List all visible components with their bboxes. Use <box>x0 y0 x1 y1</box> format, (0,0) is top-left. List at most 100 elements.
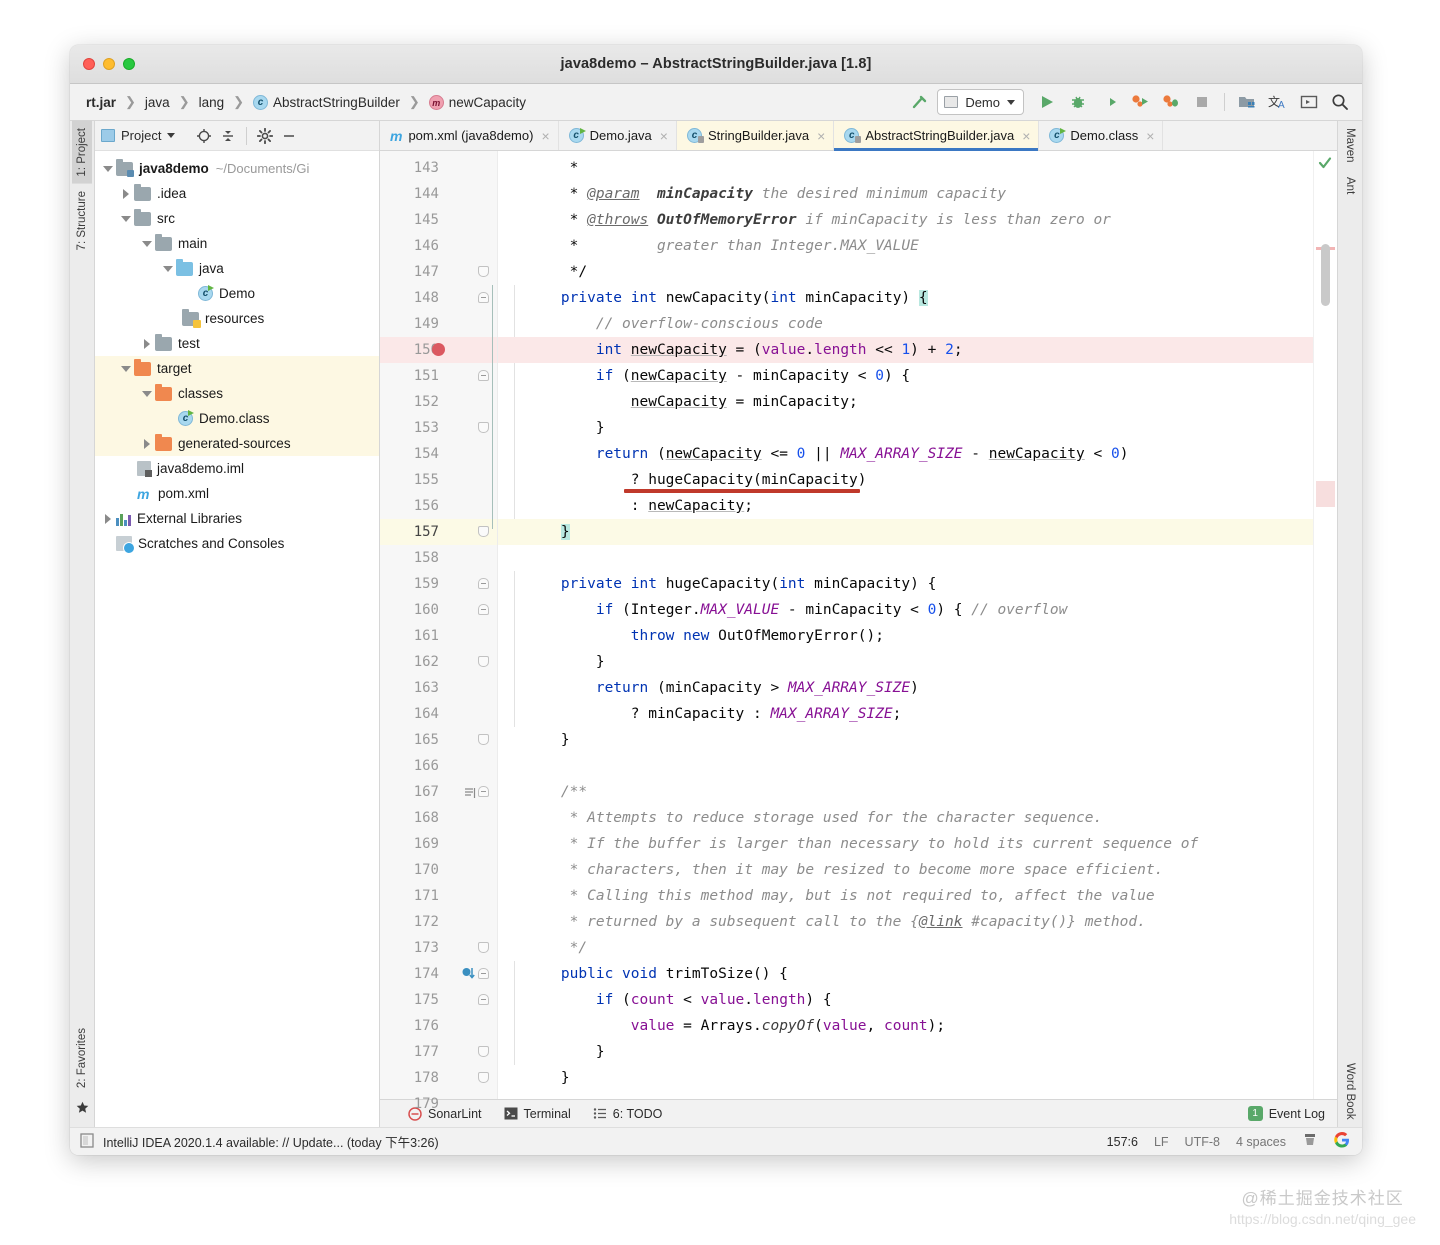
fold-toggle-icon[interactable] <box>478 656 489 667</box>
fold-toggle-icon[interactable] <box>478 994 489 1005</box>
fold-toggle-icon[interactable] <box>478 734 489 745</box>
file-encoding[interactable]: UTF-8 <box>1185 1135 1220 1149</box>
tool-window-todo[interactable]: 6: TODO <box>593 1107 663 1121</box>
terminal-button[interactable] <box>1295 89 1323 115</box>
code-line[interactable]: } <box>526 649 1313 675</box>
inspection-icon[interactable] <box>1302 1132 1318 1151</box>
javadoc-render-icon[interactable] <box>464 786 476 798</box>
code-line[interactable]: int newCapacity = (value.length << 1) + … <box>526 337 1313 363</box>
code-line[interactable]: public void trimToSize() { <box>526 961 1313 987</box>
fold-toggle-icon[interactable] <box>478 526 489 537</box>
chevron-right-icon[interactable] <box>140 439 153 449</box>
code-line[interactable]: * If the buffer is larger than necessary… <box>526 831 1313 857</box>
editor-marker-strip[interactable] <box>1313 151 1337 1099</box>
chevron-right-icon[interactable] <box>101 514 114 524</box>
chevron-down-icon[interactable] <box>140 241 153 247</box>
code-line[interactable]: * <box>526 155 1313 181</box>
close-icon[interactable]: × <box>1022 128 1030 144</box>
breadcrumb-item-java[interactable]: java <box>142 94 173 111</box>
editor-tab-stringbuilder-java[interactable]: c StringBuilder.java × <box>677 121 834 150</box>
indent-setting[interactable]: 4 spaces <box>1236 1135 1286 1149</box>
run-button[interactable] <box>1033 89 1061 115</box>
chevron-down-icon[interactable] <box>119 216 132 222</box>
code-line[interactable]: */ <box>526 259 1313 285</box>
code-editor[interactable]: 1431441451461471481491501511521531541551… <box>380 151 1337 1099</box>
fold-toggle-icon[interactable] <box>478 578 489 589</box>
tree-node-demo[interactable]: c Demo <box>95 281 379 306</box>
code-line[interactable] <box>526 753 1313 779</box>
code-line[interactable]: value = Arrays.copyOf(value, count); <box>526 1013 1313 1039</box>
fold-toggle-icon[interactable] <box>478 942 489 953</box>
tree-node-scratches[interactable]: Scratches and Consoles <box>95 531 379 556</box>
tree-node-java[interactable]: java <box>95 256 379 281</box>
tree-node-classes[interactable]: classes <box>95 381 379 406</box>
chevron-right-icon[interactable] <box>119 189 132 199</box>
tool-window-structure[interactable]: 7: Structure <box>72 184 92 257</box>
search-everywhere-button[interactable] <box>1326 89 1354 115</box>
settings-icon[interactable] <box>254 125 276 147</box>
close-icon[interactable]: × <box>660 128 668 144</box>
locate-icon[interactable] <box>193 125 215 147</box>
tree-node-iml[interactable]: java8demo.iml <box>95 456 379 481</box>
code-line[interactable]: * Calling this method may, but is not re… <box>526 883 1313 909</box>
tree-node-idea[interactable]: .idea <box>95 181 379 206</box>
run-configuration-selector[interactable]: Demo <box>937 89 1024 115</box>
tree-node-test[interactable]: test <box>95 331 379 356</box>
tree-node-main[interactable]: main <box>95 231 379 256</box>
tool-window-terminal[interactable]: Terminal <box>504 1107 571 1121</box>
fold-toggle-icon[interactable] <box>478 266 489 277</box>
code-line[interactable]: return (newCapacity <= 0 || MAX_ARRAY_SI… <box>526 441 1313 467</box>
tool-window-ant[interactable]: Ant <box>1340 170 1360 201</box>
tree-node-target[interactable]: target <box>95 356 379 381</box>
close-icon[interactable]: × <box>817 128 825 144</box>
tool-window-project[interactable]: 1: Project <box>72 121 92 184</box>
hammer-icon[interactable] <box>906 89 934 115</box>
code-line[interactable]: if (count < value.length) { <box>526 987 1313 1013</box>
code-line[interactable]: ? minCapacity : MAX_ARRAY_SIZE; <box>526 701 1313 727</box>
project-structure-button[interactable] <box>1233 89 1261 115</box>
profile-debug-button[interactable] <box>1157 89 1185 115</box>
tree-node-demo-class[interactable]: c Demo.class <box>95 406 379 431</box>
breakpoint-icon[interactable] <box>432 343 445 356</box>
translate-button[interactable]: 文A <box>1264 89 1292 115</box>
tool-window-word-book[interactable]: Word Book <box>1340 1056 1360 1127</box>
code-line[interactable]: throw new OutOfMemoryError(); <box>526 623 1313 649</box>
inspection-ok-icon[interactable] <box>1318 156 1332 170</box>
close-icon[interactable]: × <box>541 128 549 144</box>
code-line[interactable]: return (minCapacity > MAX_ARRAY_SIZE) <box>526 675 1313 701</box>
chevron-down-icon[interactable] <box>101 166 114 172</box>
code-line[interactable]: } <box>526 1039 1313 1065</box>
project-panel-title[interactable]: Project <box>101 128 175 143</box>
tree-node-pom[interactable]: m pom.xml <box>95 481 379 506</box>
code-line[interactable]: } <box>526 519 1313 545</box>
code-line[interactable]: */ <box>526 935 1313 961</box>
code-line[interactable]: } <box>526 727 1313 753</box>
code-line[interactable]: * @throws OutOfMemoryError if minCapacit… <box>526 207 1313 233</box>
code-line[interactable]: // overflow-conscious code <box>526 311 1313 337</box>
tree-node-java8demo[interactable]: java8demo ~/Documents/Gi <box>95 156 379 181</box>
profile-run-button[interactable] <box>1126 89 1154 115</box>
error-marker[interactable] <box>1316 481 1335 507</box>
caret-position[interactable]: 157:6 <box>1107 1135 1138 1149</box>
breadcrumb-item-lang[interactable]: lang <box>196 94 228 111</box>
code-line[interactable]: * characters, then it may be resized to … <box>526 857 1313 883</box>
chevron-right-icon[interactable] <box>140 339 153 349</box>
tree-node-src[interactable]: src <box>95 206 379 231</box>
code-line[interactable]: /** <box>526 779 1313 805</box>
fold-toggle-icon[interactable] <box>478 786 489 797</box>
fold-toggle-icon[interactable] <box>478 604 489 615</box>
code-line[interactable]: } <box>526 415 1313 441</box>
google-icon[interactable] <box>1334 1132 1350 1151</box>
breadcrumb-item-method[interactable]: m newCapacity <box>426 94 529 111</box>
code-line[interactable]: * returned by a subsequent call to the {… <box>526 909 1313 935</box>
code-line[interactable]: private int newCapacity(int minCapacity)… <box>526 285 1313 311</box>
code-text-area[interactable]: * * @param minCapacity the desired minim… <box>498 151 1313 1099</box>
fold-toggle-icon[interactable] <box>478 370 489 381</box>
editor-gutter[interactable]: 1431441451461471481491501511521531541551… <box>380 151 498 1099</box>
editor-tab-abstractstringbuilder-java[interactable]: c AbstractStringBuilder.java × <box>834 121 1039 150</box>
code-line[interactable] <box>526 1091 1313 1099</box>
code-line[interactable]: } <box>526 1065 1313 1091</box>
close-icon[interactable]: × <box>1146 128 1154 144</box>
overriding-method-icon[interactable] <box>462 967 477 981</box>
code-line[interactable]: private int hugeCapacity(int minCapacity… <box>526 571 1313 597</box>
